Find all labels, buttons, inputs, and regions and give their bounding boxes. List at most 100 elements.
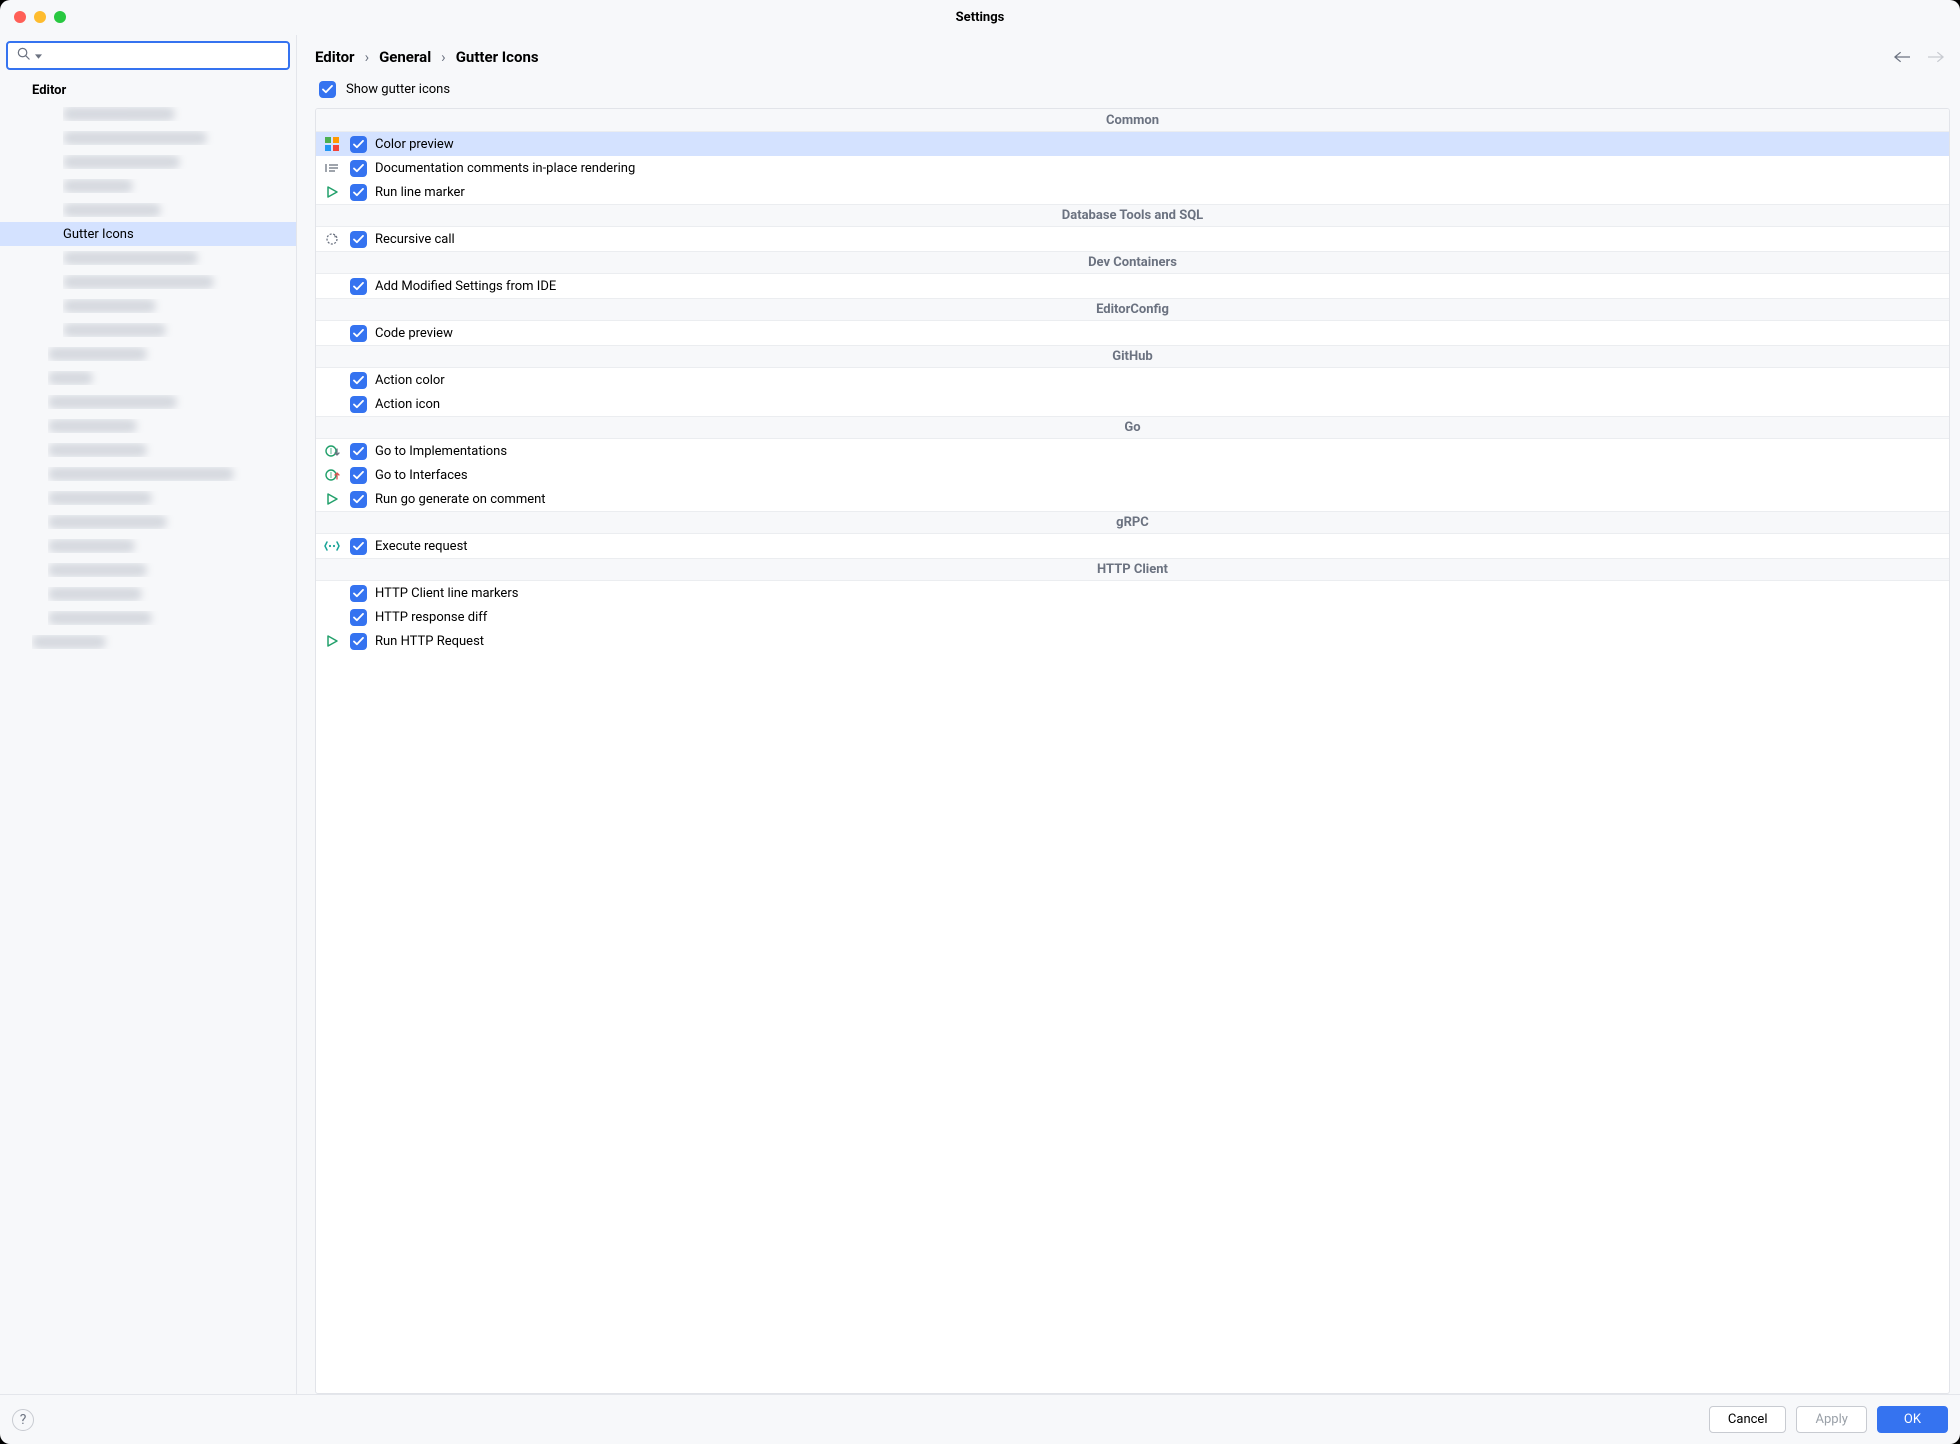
gutter-icon-row[interactable]: Execute request — [316, 534, 1949, 558]
item-label: HTTP response diff — [375, 610, 487, 625]
settings-search[interactable] — [6, 41, 290, 70]
empty-icon — [322, 394, 342, 414]
sidebar-item-gutter-icons[interactable]: Gutter Icons — [0, 222, 296, 246]
item-label: Add Modified Settings from IDE — [375, 279, 556, 294]
breadcrumb-item[interactable]: General — [379, 48, 431, 66]
gutter-icon-row[interactable]: Add Modified Settings from IDE — [316, 274, 1949, 298]
item-checkbox[interactable] — [350, 538, 367, 555]
gutter-icon-row[interactable]: I Go to Implementations — [316, 439, 1949, 463]
ok-button[interactable]: OK — [1877, 1406, 1948, 1433]
breadcrumb-item[interactable]: Editor — [315, 48, 355, 66]
empty-icon — [322, 323, 342, 343]
grpc-icon — [322, 536, 342, 556]
dialog-footer: ? Cancel Apply OK — [0, 1394, 1960, 1444]
show-gutter-icons-label: Show gutter icons — [346, 82, 450, 97]
minimize-window-button[interactable] — [34, 11, 46, 23]
color-grid-icon — [322, 134, 342, 154]
impl-up-icon: I — [322, 465, 342, 485]
item-label: Action icon — [375, 397, 440, 412]
gutter-icon-row[interactable]: HTTP Client line markers — [316, 581, 1949, 605]
group-header: HTTP Client — [316, 558, 1949, 581]
gutter-icon-row[interactable]: Documentation comments in-place renderin… — [316, 156, 1949, 180]
item-label: Go to Implementations — [375, 444, 507, 459]
group-header: Database Tools and SQL — [316, 204, 1949, 227]
item-checkbox[interactable] — [350, 443, 367, 460]
breadcrumb: Editor › General › Gutter Icons — [315, 41, 1950, 73]
settings-tree[interactable]: Editor Gutter Icons — [0, 78, 296, 1394]
item-label: Code preview — [375, 326, 453, 341]
gutter-icon-row[interactable]: Action icon — [316, 392, 1949, 416]
item-label: Run go generate on comment — [375, 492, 546, 507]
gutter-icon-row[interactable]: Color preview — [316, 132, 1949, 156]
group-header: GitHub — [316, 345, 1949, 368]
run-play-icon — [322, 631, 342, 651]
gutter-icon-row[interactable]: Run line marker — [316, 180, 1949, 204]
item-checkbox[interactable] — [350, 278, 367, 295]
gutter-icon-row[interactable]: Recursive call — [316, 227, 1949, 251]
settings-main-panel: Editor › General › Gutter Icons — [297, 35, 1960, 1394]
apply-button: Apply — [1796, 1406, 1866, 1433]
run-play-icon — [322, 182, 342, 202]
cancel-button[interactable]: Cancel — [1709, 1406, 1787, 1433]
gutter-icon-row[interactable]: Code preview — [316, 321, 1949, 345]
sidebar-category-editor[interactable]: Editor — [0, 78, 296, 102]
gutter-icon-row[interactable]: HTTP response diff — [316, 605, 1949, 629]
item-checkbox[interactable] — [350, 491, 367, 508]
titlebar: Settings — [0, 0, 1960, 34]
doc-lines-icon — [322, 158, 342, 178]
search-input[interactable] — [46, 48, 280, 63]
gutter-icon-row[interactable]: Action color — [316, 368, 1949, 392]
help-button[interactable]: ? — [12, 1409, 34, 1431]
svg-text:I: I — [329, 447, 331, 456]
item-checkbox[interactable] — [350, 184, 367, 201]
item-checkbox[interactable] — [350, 325, 367, 342]
run-play-icon — [322, 489, 342, 509]
empty-icon — [322, 276, 342, 296]
item-label: Documentation comments in-place renderin… — [375, 161, 635, 176]
recursive-icon — [322, 229, 342, 249]
nav-back-icon[interactable] — [1894, 51, 1910, 63]
item-checkbox[interactable] — [350, 231, 367, 248]
breadcrumb-sep: › — [365, 48, 370, 66]
settings-sidebar: Editor Gutter Icons — [0, 35, 297, 1394]
item-label: Recursive call — [375, 232, 455, 247]
item-label: Execute request — [375, 539, 468, 554]
item-label: Run line marker — [375, 185, 465, 200]
gutter-icon-row[interactable]: Run HTTP Request — [316, 629, 1949, 653]
item-label: Run HTTP Request — [375, 634, 484, 649]
item-checkbox[interactable] — [350, 396, 367, 413]
item-label: Color preview — [375, 137, 454, 152]
breadcrumb-sep: › — [441, 48, 446, 66]
show-gutter-icons-checkbox[interactable] — [319, 81, 336, 98]
fullscreen-window-button[interactable] — [54, 11, 66, 23]
search-dropdown-icon[interactable] — [35, 48, 42, 63]
breadcrumb-item: Gutter Icons — [456, 48, 539, 66]
window-title: Settings — [0, 10, 1960, 25]
item-checkbox[interactable] — [350, 160, 367, 177]
impl-down-icon: I — [322, 441, 342, 461]
item-checkbox[interactable] — [350, 585, 367, 602]
gutter-icon-row[interactable]: I Go to Interfaces — [316, 463, 1949, 487]
empty-icon — [322, 370, 342, 390]
group-header: Go — [316, 416, 1949, 439]
nav-forward-icon — [1928, 51, 1944, 63]
group-header: gRPC — [316, 511, 1949, 534]
item-checkbox[interactable] — [350, 136, 367, 153]
group-header: EditorConfig — [316, 298, 1949, 321]
empty-icon — [322, 583, 342, 603]
empty-icon — [322, 607, 342, 627]
item-checkbox[interactable] — [350, 467, 367, 484]
item-label: Go to Interfaces — [375, 468, 468, 483]
gutter-icons-list[interactable]: Common Color preview Documentation comment… — [316, 109, 1949, 1393]
svg-text:I: I — [329, 471, 331, 480]
item-checkbox[interactable] — [350, 609, 367, 626]
close-window-button[interactable] — [14, 11, 26, 23]
item-label: HTTP Client line markers — [375, 586, 518, 601]
item-checkbox[interactable] — [350, 633, 367, 650]
search-icon — [16, 46, 31, 65]
group-header: Dev Containers — [316, 251, 1949, 274]
item-checkbox[interactable] — [350, 372, 367, 389]
item-label: Action color — [375, 373, 445, 388]
group-header: Common — [316, 109, 1949, 132]
gutter-icon-row[interactable]: Run go generate on comment — [316, 487, 1949, 511]
